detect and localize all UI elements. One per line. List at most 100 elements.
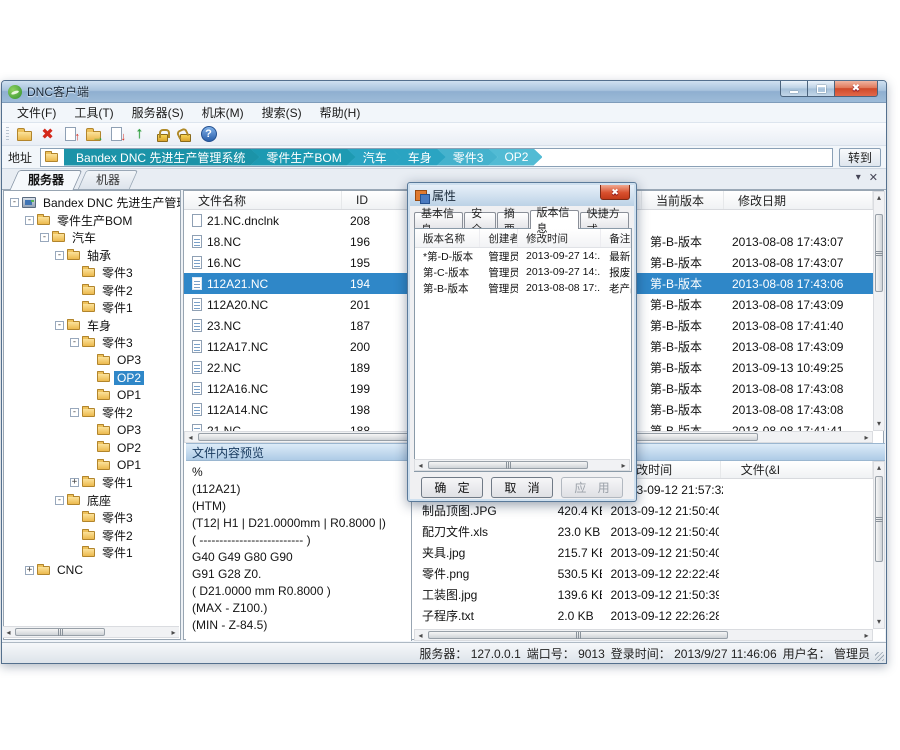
attachment-row[interactable]: 工装图.jpg139.6 KB2013-09-12 21:50:39 [414, 584, 873, 605]
dialog-tab-版本信息[interactable]: 版本信息 [530, 210, 579, 229]
scroll-down-icon[interactable]: ▾ [874, 617, 884, 627]
close-button[interactable]: ✖ [834, 81, 878, 97]
lock-icon[interactable] [153, 125, 172, 143]
expand-icon[interactable]: + [25, 566, 34, 575]
menu-item-T[interactable]: 工具(T) [65, 102, 122, 123]
scroll-thumb[interactable] [15, 628, 105, 636]
attachment-row[interactable]: 制品顶图.JPG420.4 KB2013-09-12 21:50:40 [414, 500, 873, 521]
collapse-icon[interactable]: - [70, 338, 79, 347]
dialog-title-bar[interactable]: 属性 ✖ [410, 185, 634, 206]
scroll-thumb[interactable] [875, 214, 883, 292]
tree-item-OP1[interactable]: OP1 [4, 457, 180, 475]
tree-item-零件2[interactable]: 零件2 [4, 282, 180, 300]
scroll-up-icon[interactable]: ▴ [874, 463, 884, 473]
tree-item-零件1[interactable]: 零件1 [4, 299, 180, 317]
tree-item-零件1[interactable]: +零件1 [4, 474, 180, 492]
menu-item-F[interactable]: 文件(F) [8, 102, 65, 123]
go-button[interactable]: 转到 [839, 148, 881, 167]
checkin-file-icon[interactable]: ↑ [61, 125, 80, 143]
delete-icon[interactable]: ✖ [38, 125, 57, 143]
tab-服务器[interactable]: 服务器 [12, 170, 80, 189]
tree-hscrollbar[interactable]: ◂ ▸ [3, 626, 179, 638]
help-icon[interactable]: ? [199, 125, 218, 143]
scroll-left-icon[interactable]: ◂ [4, 628, 13, 638]
attachment-row[interactable]: 零件.png530.5 KB2013-09-12 22:22:48 [414, 563, 873, 584]
tree-item-零件生产BOM[interactable]: -零件生产BOM [4, 212, 180, 230]
tree-item-CNC[interactable]: +CNC [4, 562, 180, 580]
title-bar[interactable]: DNC客户端 ✖ [2, 81, 886, 103]
breadcrumb-item[interactable]: Bandex DNC 先进生产管理系统 [64, 149, 259, 166]
tree-item-零件2[interactable]: 零件2 [4, 527, 180, 545]
ok-button[interactable]: 确 定 [421, 477, 483, 498]
column-header-id[interactable]: ID [342, 191, 412, 209]
apply-button[interactable]: 应 用 [561, 477, 623, 498]
collapse-icon[interactable]: - [55, 321, 64, 330]
scroll-down-icon[interactable]: ▾ [874, 419, 884, 429]
scroll-right-icon[interactable]: ▸ [619, 461, 628, 471]
menu-item-H[interactable]: 帮助(H) [311, 102, 370, 123]
expand-icon[interactable]: + [70, 478, 79, 487]
attachments-vscrollbar[interactable]: ▴ ▾ [873, 461, 885, 629]
version-column-note[interactable]: 备注 [601, 229, 631, 247]
minimize-button[interactable] [780, 81, 808, 97]
dialog-tab-摘要[interactable]: 摘要 [497, 212, 529, 229]
column-header-version[interactable]: 当前版本 [642, 191, 724, 209]
menu-item-S[interactable]: 搜索(S) [253, 102, 311, 123]
tree-item-车身[interactable]: -车身 [4, 317, 180, 335]
tab-机器[interactable]: 机器 [80, 170, 136, 189]
column-header-file[interactable]: 文件(&I [721, 461, 873, 478]
tree-item-轴承[interactable]: -轴承 [4, 247, 180, 265]
column-header-name[interactable]: 文件名称 [184, 191, 342, 209]
collapse-icon[interactable]: - [25, 216, 34, 225]
version-row[interactable]: 第-B-版本管理员2013-08-08 17:...老产品程序 [415, 280, 631, 296]
tree-item-零件1[interactable]: 零件1 [4, 544, 180, 562]
tree-item-零件3[interactable]: 零件3 [4, 264, 180, 282]
resize-grip-icon[interactable] [875, 652, 884, 661]
maximize-button[interactable] [808, 81, 834, 97]
tree-item-零件3[interactable]: -零件3 [4, 334, 180, 352]
tree-item-零件2[interactable]: -零件2 [4, 404, 180, 422]
collapse-icon[interactable]: - [55, 496, 64, 505]
tree-item-OP2[interactable]: OP2 [4, 369, 180, 387]
attachments-hscrollbar[interactable]: ◂ ▸ [414, 629, 873, 641]
scroll-up-icon[interactable]: ▴ [874, 193, 884, 203]
attachment-row[interactable]: 配刀文件.xls23.0 KB2013-09-12 21:50:40 [414, 521, 873, 542]
close-pane-icon[interactable]: ✕ [869, 172, 878, 184]
tree-item-零件3[interactable]: 零件3 [4, 509, 180, 527]
menu-item-S[interactable]: 服务器(S) [123, 102, 193, 123]
tree-item-OP2[interactable]: OP2 [4, 439, 180, 457]
unlock-icon[interactable] [176, 125, 195, 143]
breadcrumb-item[interactable]: 零件3 [437, 149, 498, 166]
new-folder-icon[interactable] [15, 125, 34, 143]
scroll-thumb[interactable] [428, 461, 588, 469]
scroll-right-icon[interactable]: ▸ [169, 628, 178, 638]
dialog-close-button[interactable]: ✖ [600, 185, 630, 200]
collapse-icon[interactable]: - [10, 198, 19, 207]
column-header-date[interactable]: 修改日期 [724, 191, 873, 209]
attachment-row[interactable]: 夹具.jpg215.7 KB2013-09-12 21:50:40 [414, 542, 873, 563]
scroll-left-icon[interactable]: ◂ [186, 433, 195, 443]
scroll-right-icon[interactable]: ▸ [862, 631, 871, 641]
scroll-left-icon[interactable]: ◂ [416, 631, 425, 641]
attachment-row[interactable]: 子程序.txt2.0 KB2013-09-12 22:26:28 [414, 605, 873, 626]
menu-item-M[interactable]: 机床(M) [193, 102, 253, 123]
version-row[interactable]: 第-C-版本管理员2013-09-27 14:...报废 [415, 264, 631, 280]
file-list-vscrollbar[interactable]: ▴ ▾ [873, 191, 885, 431]
cancel-button[interactable]: 取 消 [491, 477, 553, 498]
tree-item-OP1[interactable]: OP1 [4, 387, 180, 405]
dialog-tab-安全[interactable]: 安全 [464, 212, 496, 229]
collapse-icon[interactable]: - [40, 233, 49, 242]
dialog-tab-快捷方式[interactable]: 快捷方式 [580, 212, 629, 229]
dialog-tab-基本信息[interactable]: 基本信息 [414, 212, 463, 229]
collapse-icon[interactable]: - [70, 408, 79, 417]
scroll-right-icon[interactable]: ▸ [862, 433, 871, 443]
tree-item-汽车[interactable]: -汽车 [4, 229, 180, 247]
tree-item-OP3[interactable]: OP3 [4, 422, 180, 440]
collapse-icon[interactable]: - [55, 251, 64, 260]
export-folder-icon[interactable]: → [84, 125, 103, 143]
version-row[interactable]: *第-D-版本管理员2013-09-27 14:...最新 [415, 248, 631, 264]
tree-item-底座[interactable]: -底座 [4, 492, 180, 510]
checkout-file-icon[interactable]: ↓ [107, 125, 126, 143]
dialog-hscrollbar[interactable]: ◂ ▸ [414, 459, 630, 471]
tree-item-Bandex DNC 先进生产管理系统[interactable]: -Bandex DNC 先进生产管理系统 [4, 194, 180, 212]
